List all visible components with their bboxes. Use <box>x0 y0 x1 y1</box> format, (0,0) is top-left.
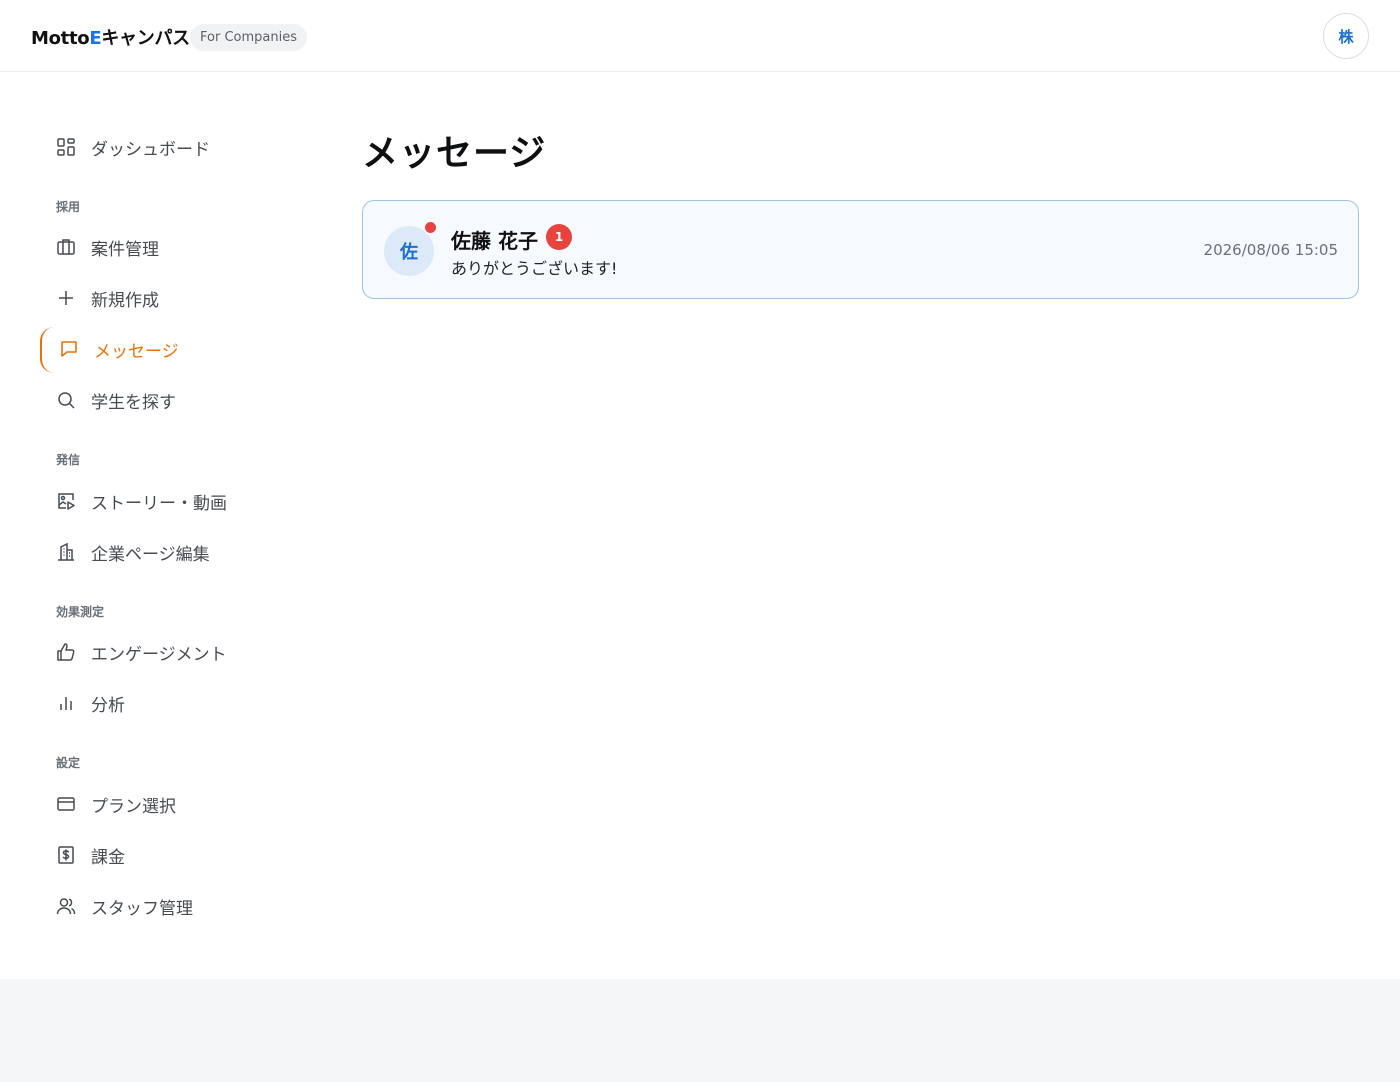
sidebar-item-new[interactable]: 新規作成 <box>40 276 290 320</box>
sidebar-item-label: 分析 <box>91 695 125 716</box>
section-label-recruit: 採用 <box>56 200 81 214</box>
sidebar-item-label: ダッシュボード <box>91 139 210 160</box>
sidebar-item-label: ストーリー・動画 <box>91 493 227 514</box>
top-header: MottoEキャンパス For Companies 株 <box>0 0 1400 72</box>
sidebar-item-label: 案件管理 <box>91 239 159 260</box>
briefcase-icon <box>56 237 76 257</box>
section-label-measure: 効果測定 <box>56 605 105 619</box>
page-footer <box>0 979 1400 1082</box>
sidebar-item-staff[interactable]: スタッフ管理 <box>40 884 290 928</box>
sidebar-item-messages[interactable]: メッセージ <box>40 327 290 373</box>
sidebar-item-company-page[interactable]: 企業ページ編集 <box>40 530 290 574</box>
chat-bubble-icon <box>59 339 79 359</box>
sidebar-item-label: メッセージ <box>94 341 179 362</box>
sidebar-item-dashboard[interactable]: ダッシュボード <box>40 125 290 169</box>
dollar-receipt-icon <box>56 845 76 865</box>
sidebar-item-jobs[interactable]: 案件管理 <box>40 225 290 269</box>
plus-icon <box>56 288 76 308</box>
sidebar-item-engagement[interactable]: エンゲージメント <box>40 630 290 674</box>
image-video-icon <box>56 491 76 511</box>
section-label-settings: 設定 <box>56 756 81 770</box>
bar-chart-icon <box>56 693 76 713</box>
building-icon <box>56 542 76 562</box>
logo-text-e: E <box>89 28 102 49</box>
avatar: 佐 <box>384 226 434 276</box>
sidebar-item-analytics[interactable]: 分析 <box>40 681 290 725</box>
sidebar-item-stories[interactable]: ストーリー・動画 <box>40 479 290 523</box>
credit-card-icon <box>56 794 76 814</box>
sidebar-item-label: 学生を探す <box>91 392 176 413</box>
sidebar-item-label: 企業ページ編集 <box>91 544 210 565</box>
account-avatar-button[interactable]: 株 <box>1323 13 1369 59</box>
sidebar-item-plan[interactable]: プラン選択 <box>40 782 290 826</box>
unread-count-badge: 1 <box>546 224 572 250</box>
message-thread-card[interactable]: 佐 佐藤 花子 1 ありがとうございます! 2026/08/06 15:05 <box>362 200 1359 299</box>
for-companies-badge: For Companies <box>190 24 307 51</box>
sidebar-item-label: スタッフ管理 <box>91 898 193 919</box>
app-logo[interactable]: MottoEキャンパス <box>31 24 190 50</box>
logo-text-prefix: Motto <box>31 28 90 49</box>
thread-timestamp: 2026/08/06 15:05 <box>1203 241 1338 259</box>
sidebar-item-search-students[interactable]: 学生を探す <box>40 378 290 422</box>
sidebar-nav: ダッシュボード 採用 案件管理 新規作成 メッセージ 学生を探す 発信 ストーリ… <box>0 72 320 978</box>
logo-text-suffix: キャンパス <box>101 28 190 49</box>
grid-icon <box>56 137 76 157</box>
thread-sender-name: 佐藤 花子 <box>451 229 538 253</box>
sidebar-item-billing[interactable]: 課金 <box>40 833 290 877</box>
search-icon <box>56 390 76 410</box>
users-icon <box>56 896 76 916</box>
thread-preview-text: ありがとうございます! <box>451 259 618 278</box>
thumbs-up-icon <box>56 642 76 662</box>
sidebar-item-label: 課金 <box>91 847 125 868</box>
section-label-publish: 発信 <box>56 453 81 467</box>
sidebar-item-label: 新規作成 <box>91 290 159 311</box>
page-title: メッセージ <box>362 133 547 174</box>
sidebar-item-label: プラン選択 <box>91 796 176 817</box>
sidebar-item-label: エンゲージメント <box>91 644 227 665</box>
unread-dot <box>424 221 437 234</box>
